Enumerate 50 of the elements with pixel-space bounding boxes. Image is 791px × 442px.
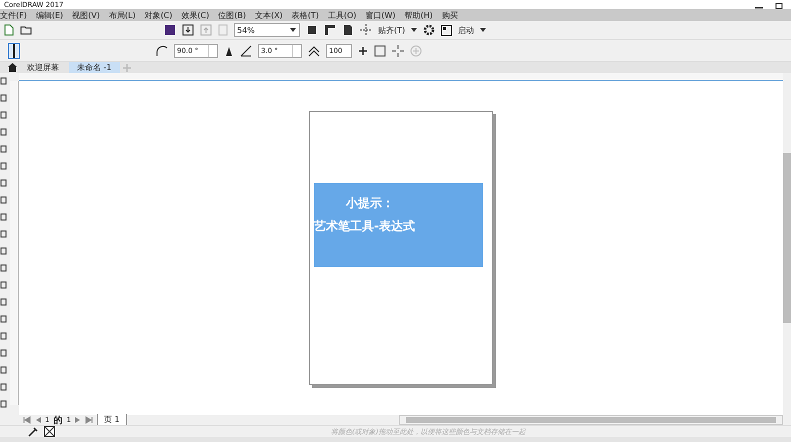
menu-item[interactable]: 对象(C): [144, 10, 172, 20]
frame-icon[interactable]: [374, 44, 386, 56]
document-tab[interactable]: 欢迎屏幕: [19, 62, 67, 73]
document-tab[interactable]: 未命名 -1: [69, 62, 120, 73]
last-page-icon[interactable]: [84, 416, 93, 424]
horizontal-scrollbar[interactable]: [399, 415, 783, 425]
next-page-icon[interactable]: [74, 416, 81, 424]
page-tab[interactable]: 页 1: [96, 414, 127, 426]
menu-item[interactable]: 效果(C): [181, 10, 210, 20]
page-icon[interactable]: [342, 24, 354, 36]
note-title: 小提示：: [346, 195, 395, 212]
pen-tool-button[interactable]: [8, 42, 20, 58]
menu-item[interactable]: 窗口(W): [365, 10, 396, 20]
restore-icon[interactable]: [775, 3, 783, 9]
menu-item[interactable]: 购买: [442, 10, 458, 20]
snap-dropdown[interactable]: 贴齐(T): [378, 24, 406, 36]
pen-icon: [11, 44, 17, 58]
note-text: 艺术笔工具-表达式: [314, 218, 416, 235]
menu-item[interactable]: 布局(L): [108, 10, 136, 20]
menu-item[interactable]: 视图(V): [72, 10, 100, 20]
menu-item[interactable]: 位图(B): [218, 10, 246, 20]
arc-icon[interactable]: [156, 44, 168, 56]
square-icon[interactable]: [164, 24, 176, 36]
menu-item[interactable]: 文件(F): [0, 10, 27, 20]
eyedropper-icon[interactable]: [28, 426, 38, 436]
folder-icon[interactable]: [20, 25, 32, 35]
caret-icon[interactable]: [411, 28, 418, 32]
launch-icon[interactable]: [441, 24, 452, 36]
menu-item[interactable]: 编辑(E): [36, 10, 64, 20]
settings-icon[interactable]: [423, 24, 436, 36]
grid-icon[interactable]: [360, 24, 372, 36]
zoom-dropdown[interactable]: 54%: [234, 23, 300, 37]
menu-item[interactable]: 表格(T): [292, 10, 319, 20]
full-screen-icon[interactable]: [306, 24, 318, 36]
new-document-icon[interactable]: [4, 24, 14, 36]
home-icon[interactable]: [8, 63, 17, 72]
pen-nib-icon[interactable]: [224, 44, 234, 56]
previous-page-icon[interactable]: [35, 416, 41, 424]
menu-item[interactable]: 文本(X): [254, 10, 283, 20]
import-icon[interactable]: [182, 24, 194, 36]
plus-icon[interactable]: [358, 44, 368, 56]
first-page-icon[interactable]: [23, 416, 31, 424]
launch-dropdown[interactable]: 启动: [458, 24, 474, 36]
page-of-label: 的: [53, 414, 62, 426]
menu-item[interactable]: 帮助(H): [404, 10, 433, 20]
angle-icon[interactable]: [240, 44, 252, 56]
no-color-icon[interactable]: [44, 426, 55, 437]
caret-icon[interactable]: [480, 28, 486, 32]
menu-item[interactable]: 工具(O): [328, 10, 356, 20]
ruler-icon[interactable]: [324, 24, 336, 36]
